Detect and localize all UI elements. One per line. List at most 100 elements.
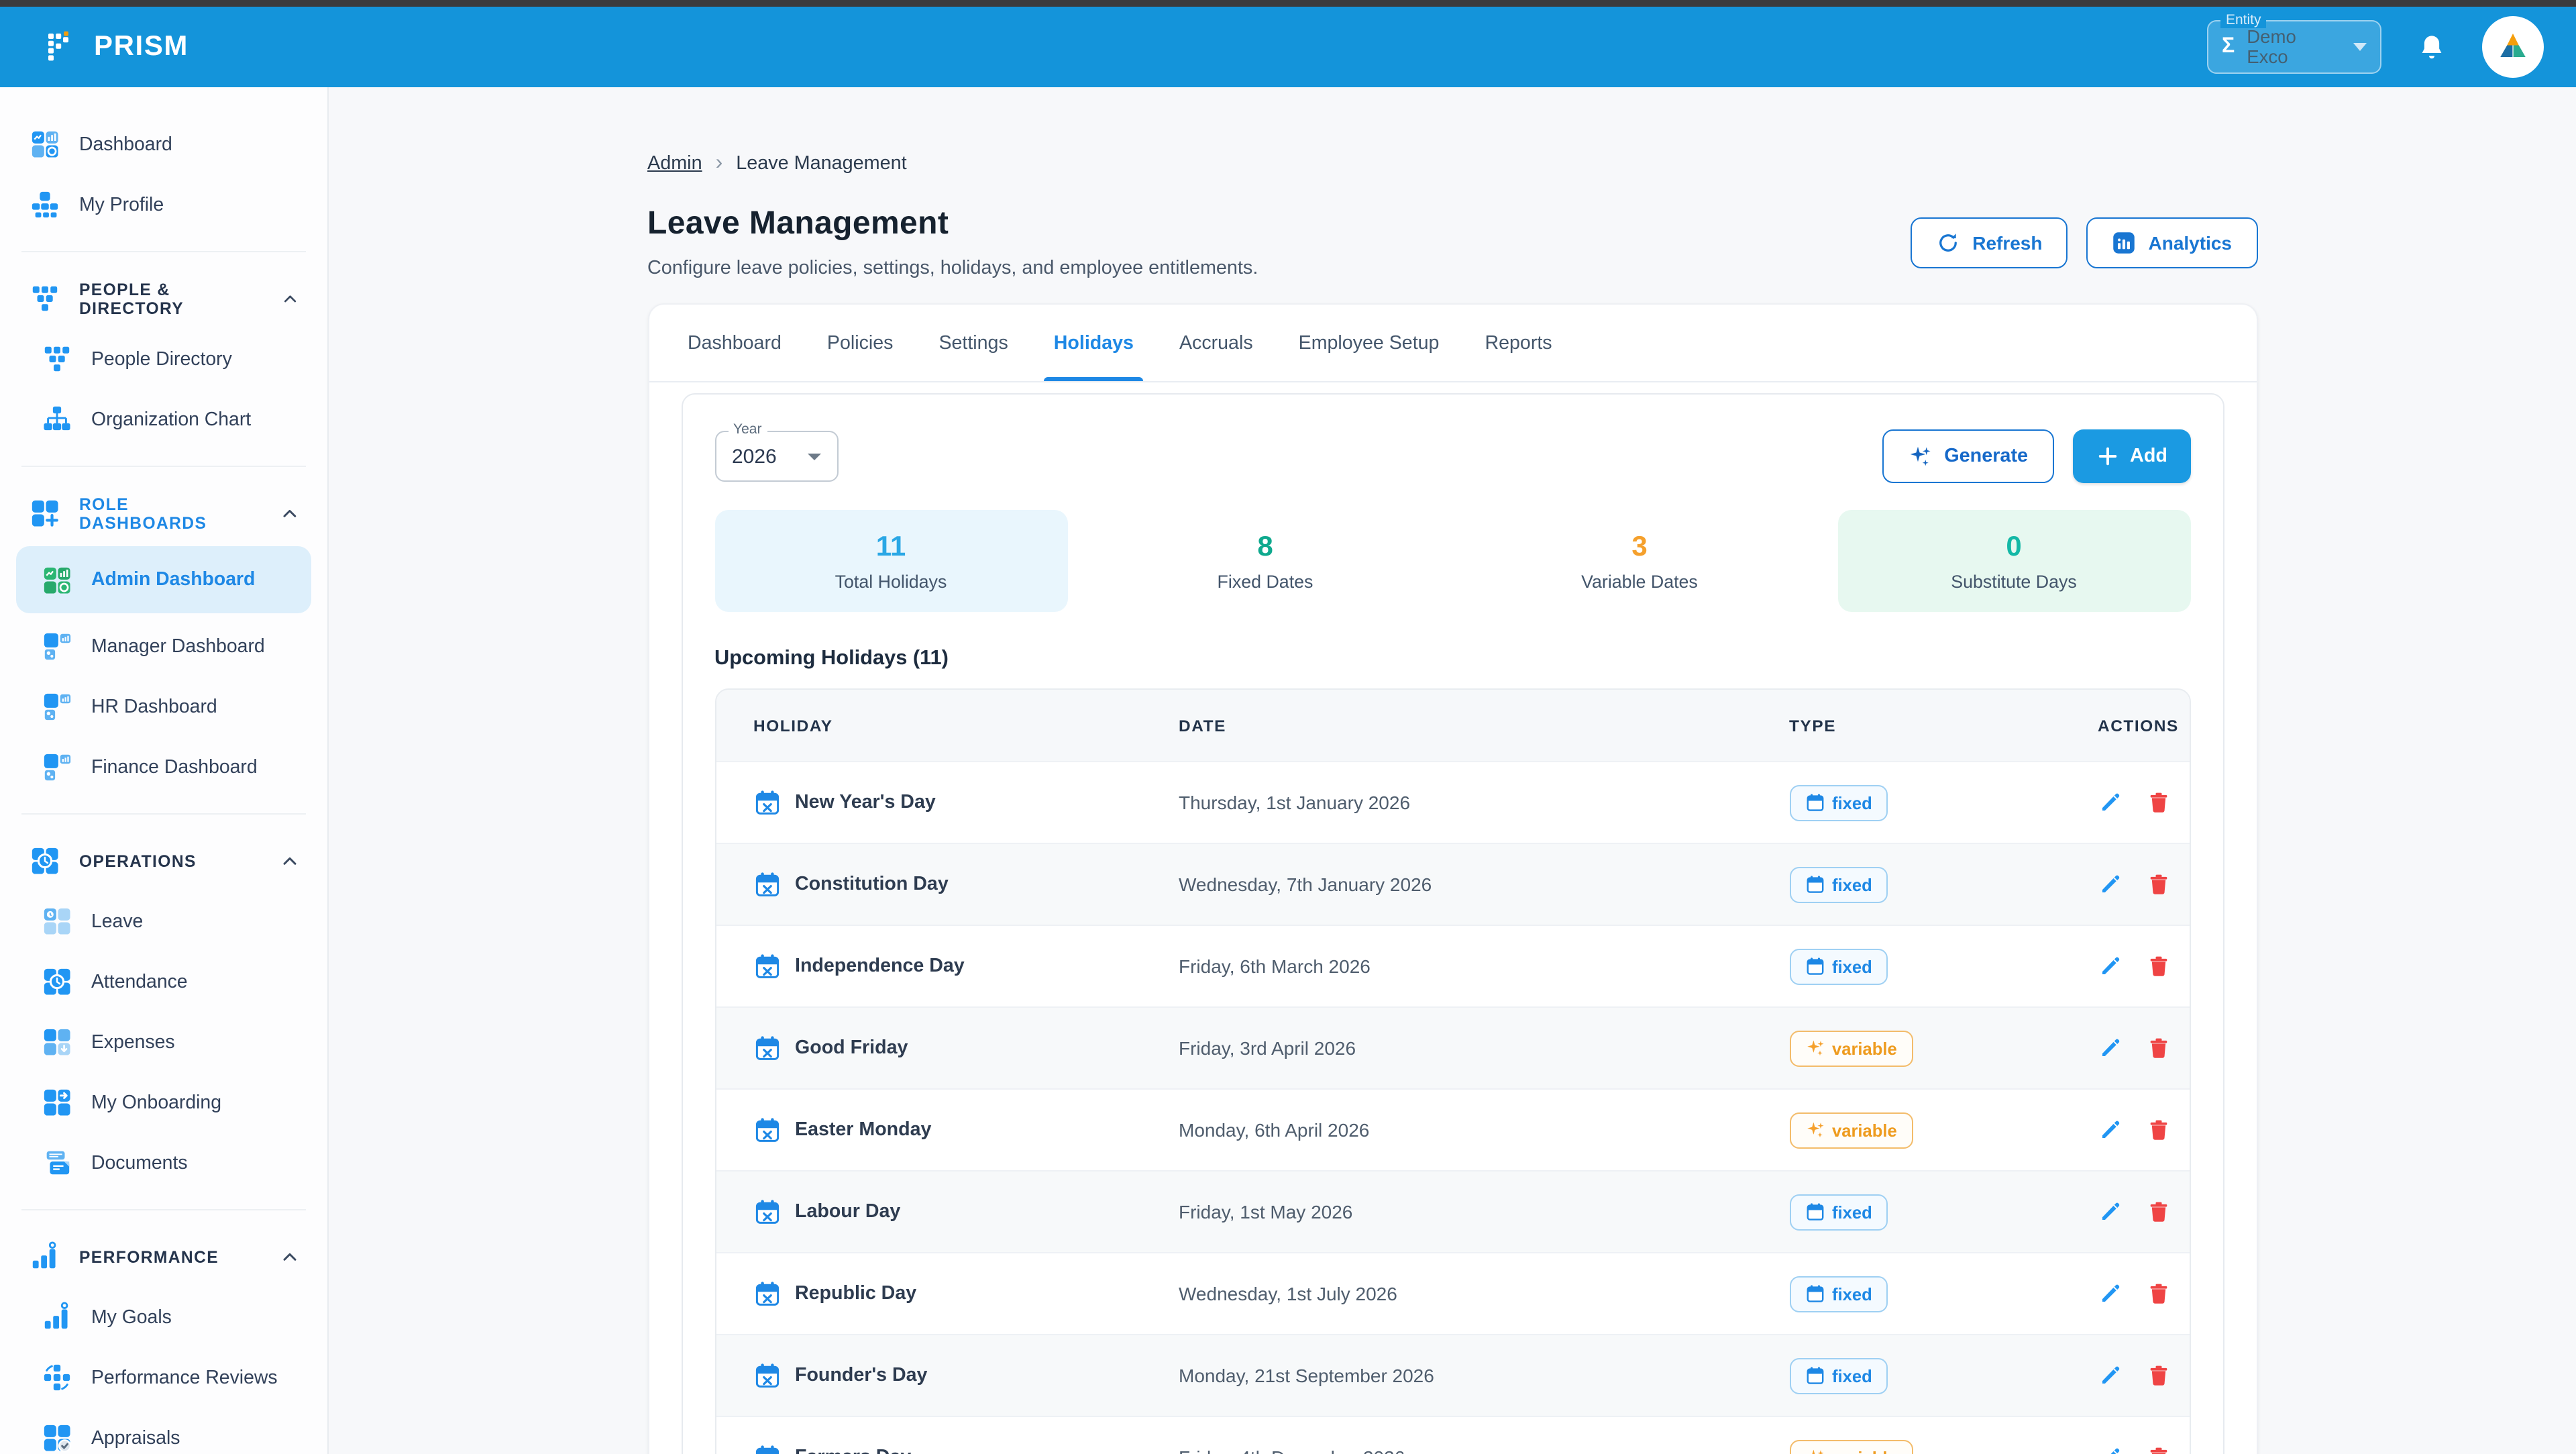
clock-grid-icon xyxy=(42,966,72,997)
tab-reports[interactable]: Reports xyxy=(1462,305,1574,381)
page-title: Leave Management xyxy=(647,205,1258,243)
tab-accruals[interactable]: Accruals xyxy=(1157,305,1276,381)
sidebar-item-hr-dashboard[interactable]: HR Dashboard xyxy=(0,676,327,737)
sidebar-item-people-directory[interactable]: People Directory xyxy=(0,329,327,389)
sidebar-section-header-operations[interactable]: OPERATIONS xyxy=(0,831,327,891)
sidebar-item-documents[interactable]: Documents xyxy=(0,1133,327,1193)
stat-card-fixed-dates: 8 Fixed Dates xyxy=(1089,510,1442,612)
calendar-grid-icon xyxy=(42,906,72,937)
sidebar-item-finance-dashboard[interactable]: Finance Dashboard xyxy=(0,737,327,797)
breadcrumb-admin[interactable]: Admin xyxy=(647,153,702,174)
dashboard-grid-icon xyxy=(30,129,60,160)
type-badge-fixed: fixed xyxy=(1789,1194,1888,1230)
page-header: Leave Management Configure leave policie… xyxy=(647,205,2257,279)
brand[interactable]: PRISM xyxy=(46,30,189,64)
sidebar-item-my-onboarding[interactable]: My Onboarding xyxy=(0,1072,327,1133)
analytics-button[interactable]: Analytics xyxy=(2087,217,2258,268)
year-select[interactable]: Year 2026 xyxy=(714,431,838,482)
edit-button[interactable] xyxy=(2098,1282,2122,1306)
edit-button[interactable] xyxy=(2098,790,2122,815)
grid-plus-icon xyxy=(30,498,60,529)
sidebar-item-leave[interactable]: Leave xyxy=(0,891,327,951)
tab-settings[interactable]: Settings xyxy=(916,305,1030,381)
tab-employee-setup[interactable]: Employee Setup xyxy=(1276,305,1462,381)
edit-button[interactable] xyxy=(2098,1036,2122,1060)
delete-button[interactable] xyxy=(2146,790,2170,815)
tab-holidays[interactable]: Holidays xyxy=(1031,305,1157,381)
tab-dashboard[interactable]: Dashboard xyxy=(665,305,804,381)
avatar[interactable] xyxy=(2482,16,2544,78)
combo-grid-icon xyxy=(42,631,72,662)
calendar-badge-icon xyxy=(1805,875,1824,894)
edit-button[interactable] xyxy=(2098,1363,2122,1388)
sidebar-item-appraisals[interactable]: Appraisals xyxy=(0,1408,327,1454)
sidebar-item-attendance[interactable]: Attendance xyxy=(0,951,327,1012)
sparkles-icon xyxy=(1805,1448,1824,1454)
window-chrome-strip xyxy=(0,0,2576,7)
entity-select-value: Demo Exco xyxy=(2247,27,2341,67)
type-badge-variable: variable xyxy=(1789,1030,1913,1066)
holiday-stats: 11 Total Holidays 8 Fixed Dates 3 Variab… xyxy=(714,510,2190,612)
holiday-date: Wednesday, 7th January 2026 xyxy=(1179,874,1789,895)
sidebar-section-header-people-and-directory[interactable]: PEOPLE & DIRECTORY xyxy=(0,268,327,329)
generate-button[interactable]: Generate xyxy=(1882,429,2053,483)
tab-bar: DashboardPoliciesSettingsHolidaysAccrual… xyxy=(649,305,2256,382)
sidebar-item-my-profile[interactable]: My Profile xyxy=(0,174,327,235)
refresh-button[interactable]: Refresh xyxy=(1911,217,2068,268)
delete-button[interactable] xyxy=(2146,1445,2170,1454)
sidebar-item-manager-dashboard[interactable]: Manager Dashboard xyxy=(0,616,327,676)
calendar-badge-icon xyxy=(1805,1202,1824,1221)
delete-button[interactable] xyxy=(2146,872,2170,896)
sidebar-item-dashboard[interactable]: Dashboard xyxy=(0,114,327,174)
sidebar-item-admin-dashboard[interactable]: Admin Dashboard xyxy=(16,546,311,613)
leave-management-card: DashboardPoliciesSettingsHolidaysAccrual… xyxy=(647,303,2257,1454)
sidebar-section-header-role-dashboards[interactable]: ROLE DASHBOARDS xyxy=(0,483,327,543)
sidebar-section-header-performance[interactable]: PERFORMANCE xyxy=(0,1227,327,1287)
calendar-x-icon xyxy=(753,1362,780,1389)
edit-button[interactable] xyxy=(2098,1445,2122,1454)
sidebar-item-expenses[interactable]: Expenses xyxy=(0,1012,327,1072)
table-row-labour-day: Labour Day Friday, 1st May 2026 fixed xyxy=(716,1170,2189,1252)
calendar-x-icon xyxy=(753,1444,780,1454)
delete-button[interactable] xyxy=(2146,1200,2170,1224)
delete-button[interactable] xyxy=(2146,1118,2170,1142)
edit-button[interactable] xyxy=(2098,954,2122,978)
edit-button[interactable] xyxy=(2098,872,2122,896)
edit-button[interactable] xyxy=(2098,1200,2122,1224)
tab-policies[interactable]: Policies xyxy=(804,305,916,381)
sidebar-item-organization-chart[interactable]: Organization Chart xyxy=(0,389,327,450)
chevron-up-icon xyxy=(281,288,301,309)
calendar-badge-icon xyxy=(1805,1366,1824,1385)
arrow-grid-icon xyxy=(42,1087,72,1118)
caret-down-icon xyxy=(807,453,820,460)
table-row-farmers-day: Farmers Day Friday, 4th December 2026 va… xyxy=(716,1416,2189,1454)
holidays-panel: Year 2026 Generate xyxy=(681,393,2224,1454)
sidebar-divider xyxy=(21,466,306,467)
holiday-name: Founder's Day xyxy=(795,1365,927,1386)
delete-button[interactable] xyxy=(2146,1363,2170,1388)
add-button[interactable]: Add xyxy=(2072,429,2190,483)
prism-dotted-p-logo-icon xyxy=(46,30,80,64)
delete-button[interactable] xyxy=(2146,1036,2170,1060)
grid-check-icon xyxy=(42,1422,72,1453)
org-chart-icon xyxy=(42,404,72,435)
bell-icon[interactable] xyxy=(2416,32,2447,62)
entity-select[interactable]: Entity Σ Demo Exco xyxy=(2207,20,2381,74)
holiday-name: Republic Day xyxy=(795,1283,916,1304)
brand-name: PRISM xyxy=(94,31,189,63)
cycle-squares-icon xyxy=(42,1362,72,1393)
delete-button[interactable] xyxy=(2146,1282,2170,1306)
type-badge-fixed: fixed xyxy=(1789,866,1888,902)
type-badge-variable: variable xyxy=(1789,1112,1913,1148)
sigma-icon: Σ xyxy=(2222,35,2235,59)
calendar-badge-icon xyxy=(1805,793,1824,812)
sidebar-item-performance-reviews[interactable]: Performance Reviews xyxy=(0,1347,327,1408)
edit-button[interactable] xyxy=(2098,1118,2122,1142)
sidebar-item-my-goals[interactable]: My Goals xyxy=(0,1287,327,1347)
delete-button[interactable] xyxy=(2146,954,2170,978)
clock-grid-icon xyxy=(30,845,60,876)
table-row-republic-day: Republic Day Wednesday, 1st July 2026 fi… xyxy=(716,1252,2189,1334)
bar-chart-icon xyxy=(30,1241,60,1272)
holiday-date: Monday, 6th April 2026 xyxy=(1179,1119,1789,1141)
holiday-date: Friday, 3rd April 2026 xyxy=(1179,1037,1789,1059)
